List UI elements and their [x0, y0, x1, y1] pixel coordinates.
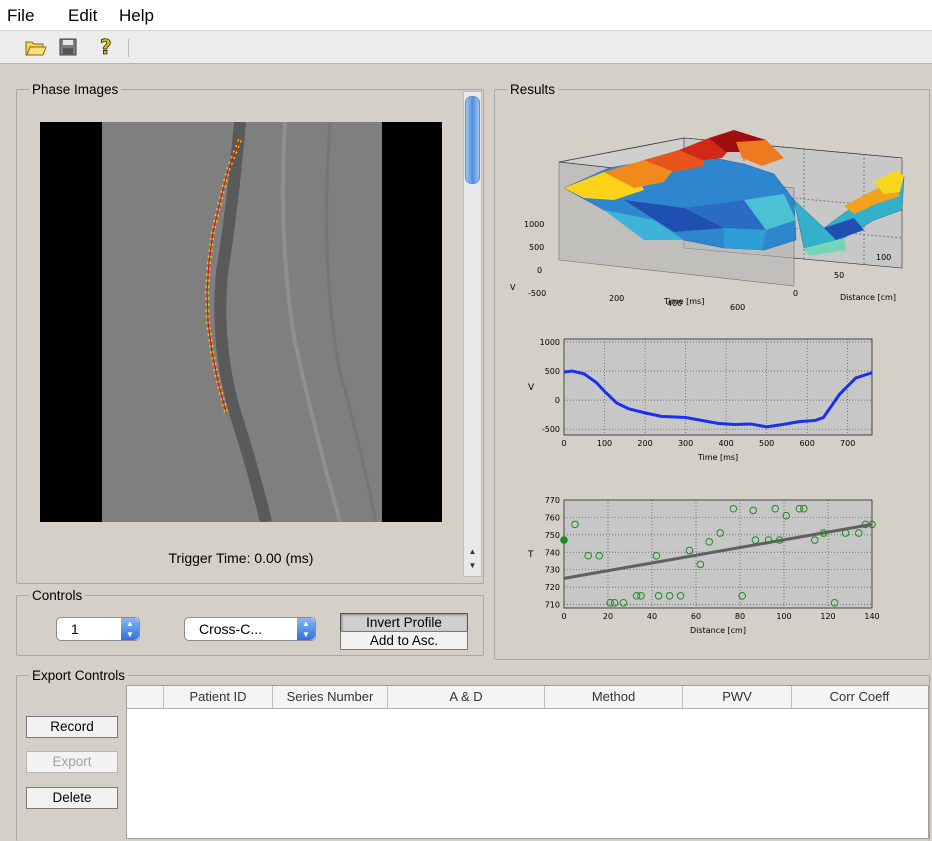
- toolbar-separator: [128, 39, 129, 57]
- menu-help[interactable]: Help: [119, 6, 154, 26]
- frame-spinner[interactable]: 1 ▲ ▼: [56, 617, 140, 641]
- spinner-arrows-icon[interactable]: ▲ ▼: [121, 618, 139, 640]
- record-button[interactable]: Record: [26, 716, 118, 738]
- x-tick-label: 60: [691, 612, 701, 621]
- table-header: Patient ID Series Number A & D Method PW…: [127, 686, 928, 709]
- help-icon[interactable]: ?: [94, 35, 118, 59]
- x-tick-label: 100: [597, 439, 612, 448]
- y-tick-label: 1000: [540, 338, 560, 347]
- column-header-patient-id[interactable]: Patient ID: [164, 686, 273, 708]
- vessel-overlay: [204, 122, 378, 522]
- x-tick-label: 400: [718, 439, 733, 448]
- column-header-corr-coeff[interactable]: Corr Coeff: [792, 686, 927, 708]
- y-tick-label: 500: [545, 367, 560, 376]
- image-scrollbar[interactable]: ▲ ▼: [463, 91, 482, 577]
- column-header-method[interactable]: Method: [545, 686, 683, 708]
- surface-ytick: 500: [529, 243, 544, 252]
- x-tick-label: 40: [647, 612, 657, 621]
- export-button[interactable]: Export: [26, 751, 118, 773]
- menu-bar: File Edit Help: [0, 0, 932, 30]
- y-axis-label: V: [528, 383, 535, 393]
- x-tick-label: 120: [820, 612, 835, 621]
- y-axis-label: T: [527, 550, 534, 560]
- toolbar: ?: [0, 31, 932, 64]
- y-tick-label: 740: [545, 548, 560, 557]
- phase-images-title: Phase Images: [32, 82, 119, 97]
- x-tick-label: 200: [637, 439, 652, 448]
- column-header-pwv[interactable]: PWV: [683, 686, 792, 708]
- y-tick-label: 760: [545, 513, 560, 522]
- x-tick-label: 600: [800, 439, 815, 448]
- invert-profile-button[interactable]: Invert Profile: [340, 613, 468, 632]
- surface-ytick: -500: [528, 289, 546, 298]
- y-tick-label: 0: [555, 396, 560, 405]
- x-tick-label: 20: [603, 612, 613, 621]
- scroll-up-arrow[interactable]: ▲: [464, 546, 481, 558]
- controls-title: Controls: [32, 588, 83, 603]
- y-tick-label: 730: [545, 566, 560, 575]
- phase-image[interactable]: [40, 122, 442, 522]
- add-to-asc-button[interactable]: Add to Asc.: [340, 631, 468, 650]
- x-tick-label: 80: [735, 612, 745, 621]
- surface-plot[interactable]: 1000 500 0 -500 V 200 400 600 0 50 100 D…: [504, 100, 924, 310]
- plot-area: [563, 499, 873, 609]
- method-value: Cross-C...: [199, 621, 262, 637]
- frame-value: 1: [71, 621, 79, 637]
- x-tick-label: 0: [561, 612, 566, 621]
- scroll-down-arrow[interactable]: ▼: [464, 560, 481, 572]
- x-tick-label: 700: [840, 439, 855, 448]
- column-header-blank[interactable]: [127, 686, 164, 708]
- menu-edit[interactable]: Edit: [68, 6, 97, 26]
- results-table[interactable]: Patient ID Series Number A & D Method PW…: [126, 685, 929, 839]
- svg-text:?: ?: [100, 36, 112, 58]
- x-tick-label: 140: [864, 612, 879, 621]
- surface-ytick: 0: [537, 266, 542, 275]
- x-tick-label: 500: [759, 439, 774, 448]
- surface-ztick: 0: [793, 289, 798, 298]
- x-tick-label: 0: [561, 439, 566, 448]
- y-tick-label: 720: [545, 583, 560, 592]
- trigger-time-label: Trigger Time: 0.00 (ms): [168, 550, 314, 566]
- surface-xlabel: Time [ms]: [664, 297, 705, 306]
- surface-ztick: 100: [876, 253, 891, 262]
- scatter-point: [560, 536, 568, 544]
- y-tick-label: 750: [545, 531, 560, 540]
- surface-ylabel: V: [510, 283, 516, 292]
- velocity-line-chart[interactable]: 0 100 200 300 400 500 600 700-50005001000Time […: [520, 329, 880, 469]
- y-tick-label: -500: [542, 425, 560, 434]
- surface-ztick: 50: [834, 271, 844, 280]
- folder-open-icon[interactable]: [24, 35, 48, 59]
- results-title: Results: [510, 82, 556, 97]
- column-header-series-number[interactable]: Series Number: [273, 686, 388, 708]
- export-controls-title: Export Controls: [32, 668, 126, 683]
- main-panel: Phase Images ▲ ▼ Trigger Time: 0.00 (ms)…: [0, 64, 932, 841]
- column-header-a-and-d[interactable]: A & D: [388, 686, 545, 708]
- method-select[interactable]: Cross-C... ▲ ▼: [184, 617, 316, 641]
- x-tick-label: 100: [776, 612, 791, 621]
- surface-xtick: 200: [609, 294, 624, 303]
- transit-scatter-chart[interactable]: 0 20 40 60 80 100 120 140 710 720 730 740 750 760 770 D…: [520, 492, 880, 647]
- surface-xtick: 600: [730, 303, 745, 310]
- dropdown-arrows-icon[interactable]: ▲ ▼: [297, 618, 315, 640]
- surface-zlabel: Distance [cm]: [840, 293, 896, 302]
- plot-area: [563, 338, 873, 436]
- x-axis-label: Distance [cm]: [690, 626, 746, 635]
- delete-button[interactable]: Delete: [26, 787, 118, 809]
- floppy-disk-icon[interactable]: [56, 35, 80, 59]
- surface-ytick: 1000: [524, 220, 544, 229]
- scroll-thumb[interactable]: [465, 96, 480, 184]
- menu-file[interactable]: File: [7, 6, 34, 26]
- y-tick-label: 770: [545, 496, 560, 505]
- x-axis-label: Time [ms]: [697, 453, 738, 462]
- y-tick-label: 710: [545, 601, 560, 610]
- x-tick-label: 300: [678, 439, 693, 448]
